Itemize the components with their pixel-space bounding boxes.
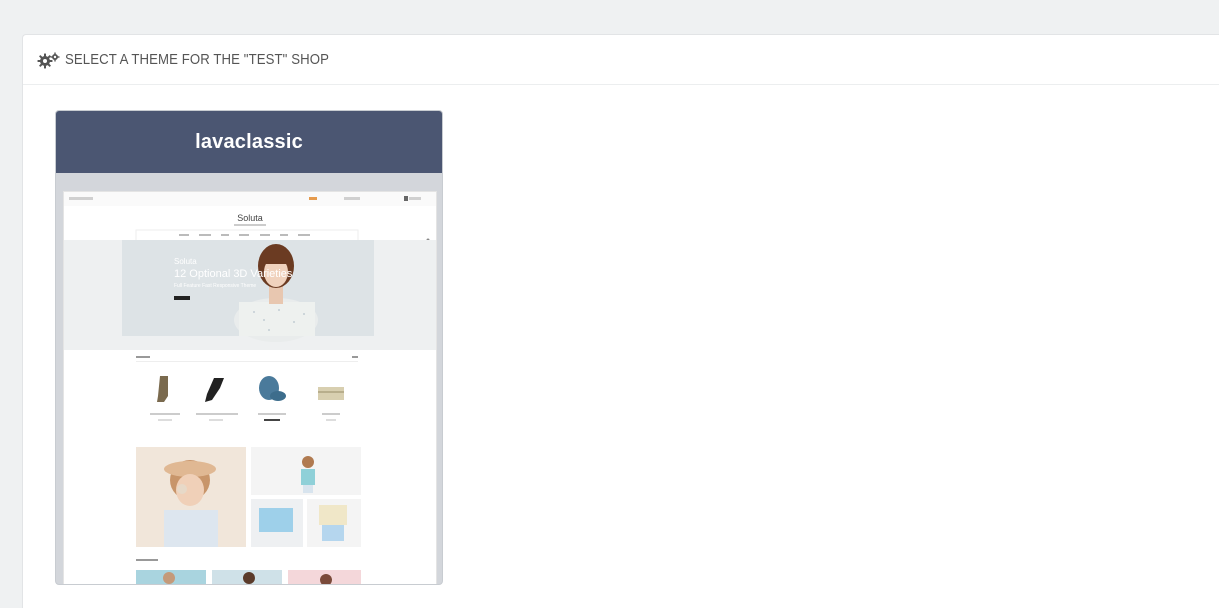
- preview-banner-title: Soluta: [174, 257, 197, 266]
- panel-title: SELECT A THEME FOR THE "TEST" SHOP: [65, 51, 329, 68]
- theme-name: lavaclassic: [56, 111, 442, 173]
- panel-heading: SELECT A THEME FOR THE "TEST" SHOP: [23, 35, 1219, 85]
- preview-logo: Soluta: [237, 213, 263, 223]
- theme-card-divider: [56, 173, 442, 190]
- theme-card-lavaclassic[interactable]: lavaclassic Soluta Soluta 12 Optional 3D…: [55, 110, 443, 585]
- cogs-icon: [37, 51, 61, 69]
- theme-preview-image[interactable]: Soluta Soluta 12 Optional 3D Varieties F…: [63, 191, 437, 584]
- preview-banner-line: Full Feature Fast Responsive Theme: [174, 283, 256, 289]
- theme-select-panel: SELECT A THEME FOR THE "TEST" SHOP lavac…: [22, 34, 1219, 608]
- preview-banner-subtitle: 12 Optional 3D Varieties: [174, 268, 293, 280]
